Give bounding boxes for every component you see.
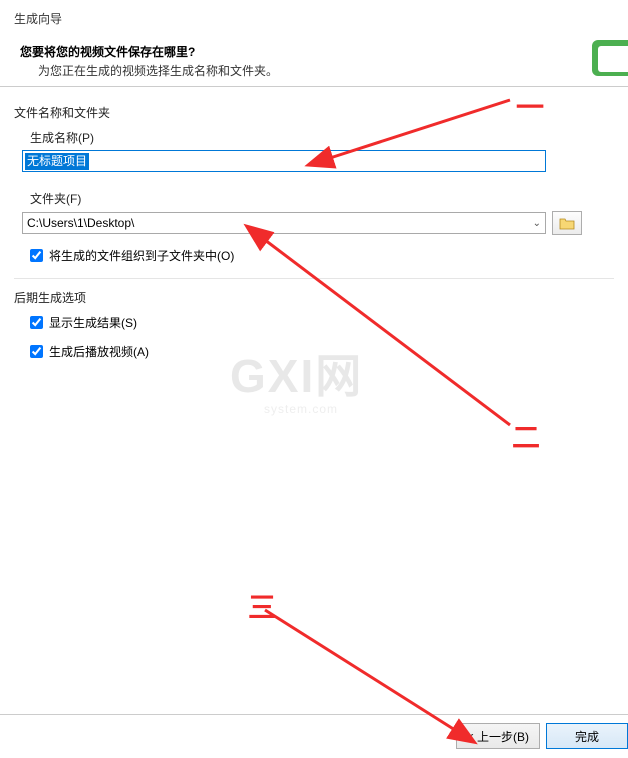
show-results-label: 显示生成结果(S) <box>49 314 137 331</box>
organize-subfolder-input[interactable] <box>30 249 43 262</box>
section-divider <box>14 278 614 279</box>
header-divider <box>0 86 628 87</box>
play-after-label: 生成后播放视频(A) <box>49 343 149 360</box>
annotation-mark-3: 三 <box>248 586 276 626</box>
production-name-value: 无标题项目 <box>25 153 89 170</box>
folder-open-icon <box>559 216 575 230</box>
wizard-subtext: 为您正在生成的视频选择生成名称和文件夹。 <box>20 62 614 79</box>
show-results-checkbox[interactable]: 显示生成结果(S) <box>30 314 614 331</box>
play-after-checkbox[interactable]: 生成后播放视频(A) <box>30 343 614 360</box>
organize-subfolder-label: 将生成的文件组织到子文件夹中(O) <box>49 247 234 264</box>
folder-value: C:\Users\1\Desktop\ <box>27 216 134 230</box>
app-logo-icon <box>588 36 628 76</box>
post-group-label: 后期生成选项 <box>14 289 614 306</box>
production-name-input[interactable]: 无标题项目 <box>22 150 546 172</box>
folder-label: 文件夹(F) <box>30 190 614 207</box>
production-name-label: 生成名称(P) <box>30 129 614 146</box>
footer-divider <box>0 714 628 715</box>
wizard-question: 您要将您的视频文件保存在哪里? <box>20 43 614 60</box>
filename-group-label: 文件名称和文件夹 <box>14 104 614 121</box>
browse-folder-button[interactable] <box>552 211 582 235</box>
finish-button[interactable]: 完成 <box>546 723 628 749</box>
show-results-input[interactable] <box>30 316 43 329</box>
annotation-mark-2: 二 <box>512 416 540 456</box>
folder-select[interactable]: C:\Users\1\Desktop\ ⌄ <box>22 212 546 234</box>
organize-subfolder-checkbox[interactable]: 将生成的文件组织到子文件夹中(O) <box>30 247 614 264</box>
play-after-input[interactable] <box>30 345 43 358</box>
annotation-arrow-3 <box>265 610 455 730</box>
wizard-title: 生成向导 <box>14 10 614 27</box>
back-button[interactable]: < 上一步(B) <box>456 723 540 749</box>
chevron-down-icon: ⌄ <box>533 218 541 229</box>
